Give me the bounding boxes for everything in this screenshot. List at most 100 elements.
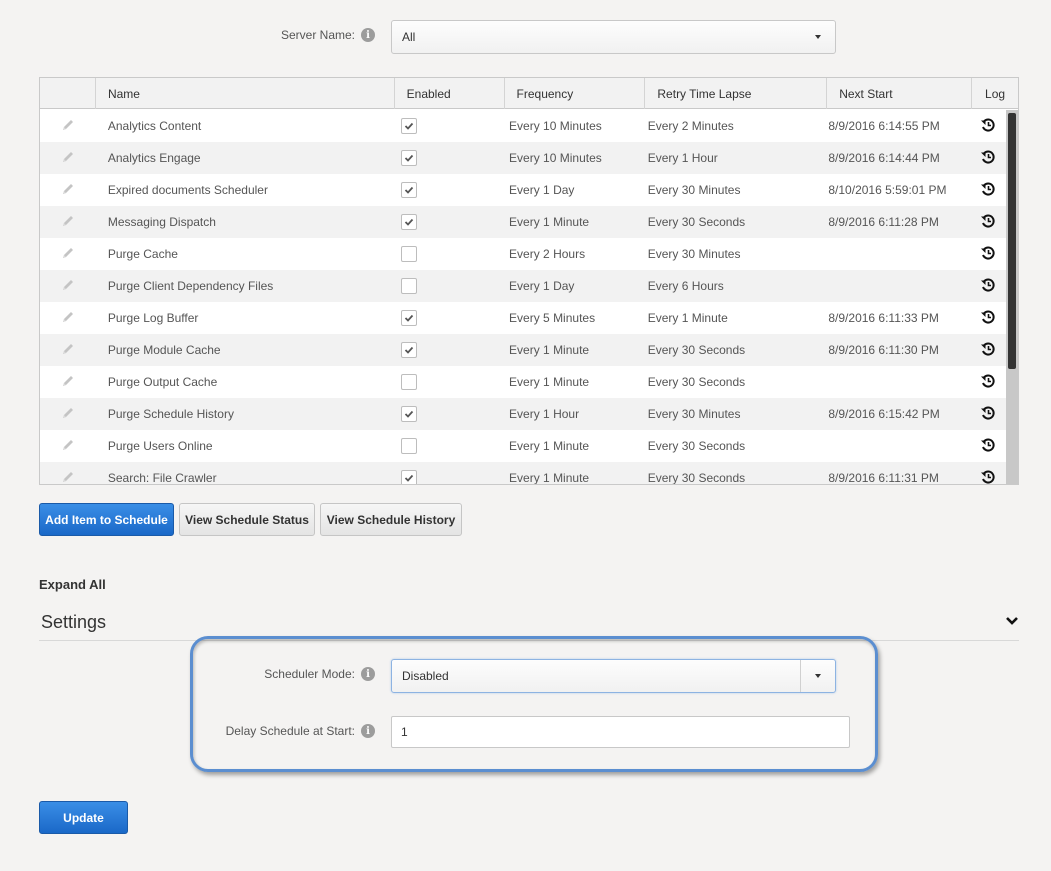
edit-cell <box>40 462 96 484</box>
table-row: Purge Output Cache Every 1 Minute Every … <box>40 366 1006 398</box>
history-icon[interactable] <box>980 373 996 392</box>
history-icon[interactable] <box>980 469 996 485</box>
pencil-icon[interactable] <box>61 278 75 295</box>
edit-cell <box>40 270 96 302</box>
retry-time-lapse: Every 1 Minute <box>647 311 728 325</box>
enabled-checkbox[interactable] <box>401 310 418 326</box>
pencil-icon[interactable] <box>61 182 75 199</box>
enabled-cell <box>394 110 504 142</box>
frequency: Every 1 Day <box>509 279 575 293</box>
enabled-checkbox[interactable] <box>401 150 418 166</box>
column-header-name[interactable]: Name <box>96 78 395 109</box>
chevron-down-icon <box>800 660 835 692</box>
enabled-checkbox[interactable] <box>401 118 418 134</box>
enabled-cell <box>394 430 504 462</box>
enabled-cell <box>394 142 504 174</box>
frequency: Every 1 Day <box>509 183 575 197</box>
table-row: Purge Cache Every 2 Hours Every 30 Minut… <box>40 238 1006 270</box>
enabled-checkbox[interactable] <box>401 214 418 230</box>
history-icon[interactable] <box>980 181 996 200</box>
expand-all-link[interactable]: Expand All <box>39 577 106 592</box>
edit-cell <box>40 174 96 206</box>
retry-time-lapse: Every 30 Seconds <box>647 439 746 453</box>
edit-cell <box>40 302 96 334</box>
history-icon[interactable] <box>980 341 996 360</box>
job-name: Expired documents Scheduler <box>107 183 268 197</box>
enabled-cell <box>394 334 504 366</box>
enabled-checkbox[interactable] <box>401 342 418 358</box>
enabled-checkbox[interactable] <box>401 470 418 484</box>
pencil-icon[interactable] <box>61 470 75 485</box>
history-icon[interactable] <box>980 117 996 136</box>
update-button[interactable]: Update <box>39 801 128 834</box>
history-icon[interactable] <box>980 309 996 328</box>
pencil-icon[interactable] <box>61 118 75 135</box>
scheduler-mode-value: Disabled <box>402 669 449 683</box>
view-schedule-status-button[interactable]: View Schedule Status <box>179 503 315 536</box>
edit-cell <box>40 430 96 462</box>
history-icon[interactable] <box>980 149 996 168</box>
pencil-icon[interactable] <box>61 214 75 231</box>
server-name-label-group: Server Name: i <box>240 26 375 44</box>
table-row: Search: File Crawler Every 1 Minute Ever… <box>40 462 1006 484</box>
column-header-enabled[interactable]: Enabled <box>395 78 505 109</box>
history-icon[interactable] <box>980 437 996 456</box>
log-cell <box>970 206 1006 238</box>
scheduler-mode-select[interactable]: Disabled <box>391 659 836 693</box>
scrollbar-thumb[interactable] <box>1008 113 1016 369</box>
history-icon[interactable] <box>980 245 996 264</box>
retry-time-lapse: Every 30 Minutes <box>647 407 741 421</box>
next-start: 8/9/2016 6:14:55 PM <box>828 119 940 133</box>
column-header-retry[interactable]: Retry Time Lapse <box>645 78 828 109</box>
checkmark-icon <box>405 122 414 130</box>
pencil-icon[interactable] <box>61 342 75 359</box>
retry-time-lapse: Every 30 Seconds <box>647 375 746 389</box>
pencil-icon[interactable] <box>61 406 75 423</box>
table-row: Purge Client Dependency Files Every 1 Da… <box>40 270 1006 302</box>
scheduler-mode-label: Scheduler Mode: <box>264 667 355 681</box>
column-header-log[interactable]: Log <box>972 78 1018 109</box>
delay-schedule-input[interactable]: 1 <box>391 716 850 748</box>
pencil-icon[interactable] <box>61 438 75 455</box>
enabled-checkbox[interactable] <box>401 278 418 294</box>
info-icon[interactable]: i <box>361 724 375 738</box>
enabled-cell <box>394 238 504 270</box>
column-header-frequency[interactable]: Frequency <box>505 78 646 109</box>
settings-section-title[interactable]: Settings <box>41 612 106 633</box>
pencil-icon[interactable] <box>61 374 75 391</box>
collapse-chevron-icon[interactable] <box>1005 614 1019 628</box>
pencil-icon[interactable] <box>61 246 75 263</box>
enabled-checkbox[interactable] <box>401 406 418 422</box>
checkmark-icon <box>405 186 414 194</box>
pencil-icon[interactable] <box>61 310 75 327</box>
retry-time-lapse: Every 2 Minutes <box>647 119 734 133</box>
table-header: Name Enabled Frequency Retry Time Lapse … <box>40 78 1018 109</box>
frequency: Every 2 Hours <box>509 247 586 261</box>
schedule-table: Name Enabled Frequency Retry Time Lapse … <box>39 77 1019 485</box>
history-icon[interactable] <box>980 277 996 296</box>
history-icon[interactable] <box>980 405 996 424</box>
info-icon[interactable]: i <box>361 667 375 681</box>
enabled-checkbox[interactable] <box>401 438 418 454</box>
pencil-icon[interactable] <box>61 150 75 167</box>
add-item-to-schedule-button[interactable]: Add Item to Schedule <box>39 503 174 536</box>
enabled-checkbox[interactable] <box>401 246 418 262</box>
server-name-select[interactable]: All <box>391 20 836 54</box>
history-icon[interactable] <box>980 213 996 232</box>
checkmark-icon <box>405 474 414 482</box>
job-name: Messaging Dispatch <box>107 215 216 229</box>
info-icon[interactable]: i <box>361 28 375 42</box>
enabled-checkbox[interactable] <box>401 182 418 198</box>
enabled-cell <box>394 174 504 206</box>
log-cell <box>970 302 1006 334</box>
view-schedule-history-button[interactable]: View Schedule History <box>320 503 462 536</box>
table-scrollbar[interactable] <box>1006 110 1018 484</box>
table-row: Purge Module Cache Every 1 Minute Every … <box>40 334 1006 366</box>
column-header-next-start[interactable]: Next Start <box>827 78 973 109</box>
log-cell <box>970 430 1006 462</box>
edit-cell <box>40 206 96 238</box>
next-start: 8/10/2016 5:59:01 PM <box>828 183 947 197</box>
edit-cell <box>40 334 96 366</box>
enabled-cell <box>394 270 504 302</box>
enabled-checkbox[interactable] <box>401 374 418 390</box>
